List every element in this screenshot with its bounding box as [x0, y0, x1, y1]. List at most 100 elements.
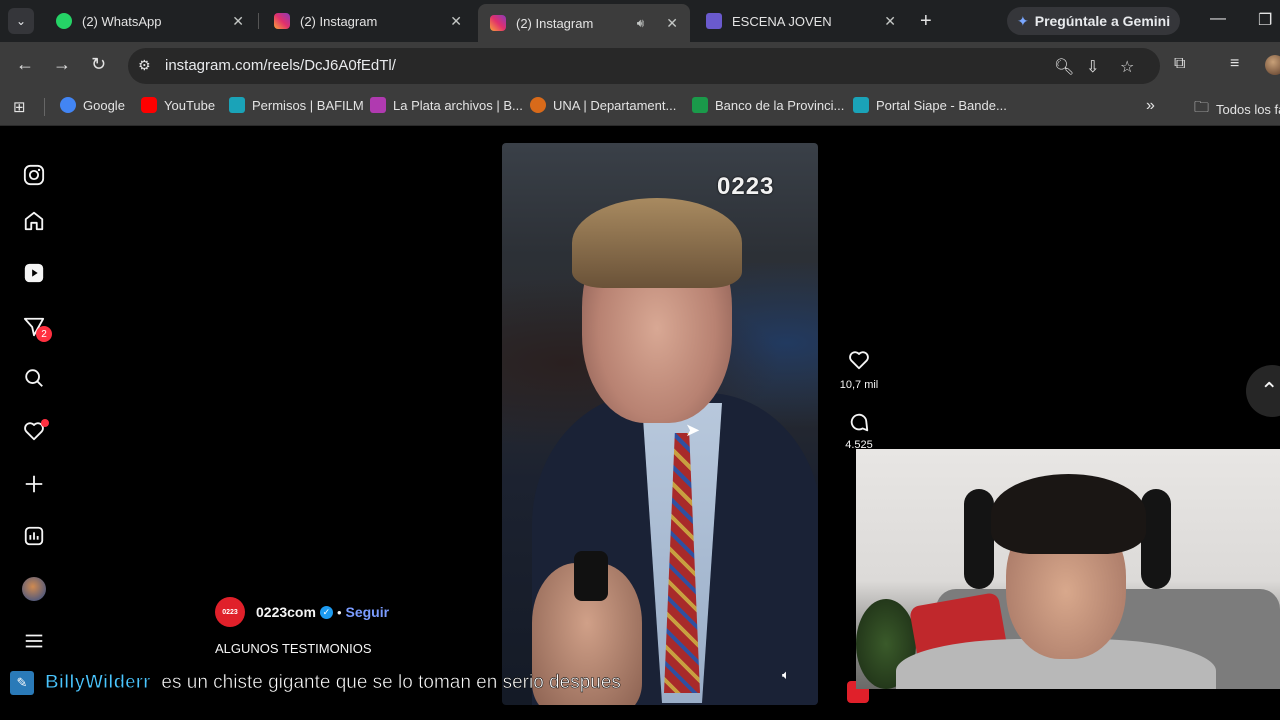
- all-bookmarks-folder[interactable]: 🗀 Todos los fa: [1194, 97, 1280, 122]
- whatsapp-icon: [56, 13, 72, 29]
- verified-icon: ✓: [319, 605, 333, 619]
- speaker-icon[interactable]: 🔊︎: [637, 16, 645, 31]
- media-controls-icon[interactable]: ≡: [1230, 55, 1239, 73]
- folder-icon: 🗀: [1194, 99, 1210, 116]
- tab-divider: [258, 13, 259, 29]
- back-arrow-icon[interactable]: ←: [16, 54, 34, 75]
- reels-icon[interactable]: [21, 260, 47, 286]
- instagram-icon: [274, 13, 290, 29]
- bookmark-youtube[interactable]: YouTube: [141, 97, 215, 113]
- likes-count: 10,7 mil: [839, 379, 879, 391]
- gemini-button[interactable]: ✦ Pregúntale a Gemini: [1007, 7, 1181, 35]
- close-icon[interactable]: ✕: [450, 13, 462, 30]
- tab-title: (2) Instagram: [516, 15, 594, 31]
- browser-tab-bar: ⌄ (2) WhatsApp ✕ (2) Instagram ✕ (2) Ins…: [0, 0, 1280, 42]
- follow-button[interactable]: Seguir: [346, 604, 390, 620]
- webcam-overlay: [856, 449, 1280, 689]
- bookmark-site-icon: [692, 97, 708, 113]
- gemini-label: Pregúntale a Gemini: [1034, 13, 1171, 29]
- bookmark-label: YouTube: [164, 97, 216, 113]
- profile-avatar[interactable]: [22, 577, 46, 601]
- bookmark-label: Banco de la Provinci...: [715, 97, 845, 113]
- close-icon[interactable]: ✕: [666, 15, 678, 32]
- microphone: [574, 551, 608, 601]
- site-settings-icon[interactable]: ⚙: [138, 57, 151, 74]
- bookmark-label: Google: [83, 97, 125, 113]
- forward-arrow-icon[interactable]: →: [53, 54, 71, 75]
- tab-whatsapp[interactable]: (2) WhatsApp ✕: [44, 4, 256, 38]
- url-text[interactable]: instagram.com/reels/DcJ6A0fEdTl/: [165, 57, 396, 74]
- bookmark-banco[interactable]: Banco de la Provinci...: [692, 97, 844, 113]
- bookmark-site-icon: [530, 97, 546, 113]
- apps-grid-icon[interactable]: ⊞: [13, 98, 26, 116]
- bookmark-label: La Plata archivos | B...: [393, 97, 523, 113]
- new-tab-button[interactable]: +: [920, 10, 932, 33]
- chat-username: BillyWilderr: [44, 672, 151, 694]
- reload-icon[interactable]: ↻: [91, 54, 106, 75]
- bookmarks-bar: ⊞ Google YouTube Permisos | BAFILM La Pl…: [0, 88, 1280, 126]
- tab-search-button[interactable]: ⌄: [8, 8, 34, 34]
- google-icon: [60, 97, 76, 113]
- close-icon[interactable]: ✕: [232, 13, 244, 30]
- profile-avatar[interactable]: [1265, 55, 1280, 75]
- bookmark-label: Portal Siape - Bande...: [876, 97, 1007, 113]
- bookmark-laplata[interactable]: La Plata archivos | B...: [370, 97, 523, 113]
- reel-author: 0223 0223com ✓ • Seguir: [215, 597, 389, 627]
- separator-bullet: •: [336, 604, 342, 620]
- video-subject-hair: [572, 198, 742, 288]
- menu-hamburger-icon[interactable]: [21, 628, 47, 654]
- home-icon[interactable]: [21, 208, 47, 234]
- author-name[interactable]: 0223com: [256, 604, 316, 620]
- bookmark-site-icon: [370, 97, 386, 113]
- instagram-logo-icon[interactable]: [21, 162, 47, 188]
- zoom-icon[interactable]: 🔍︎: [1054, 57, 1074, 77]
- stream-chat-message: ✎ BillyWilderr es un chiste gigante que …: [10, 670, 621, 696]
- browser-toolbar: ← → ↻ ⚙ instagram.com/reels/DcJ6A0fEdTl/…: [0, 42, 1280, 88]
- tab-instagram-active[interactable]: (2) Instagram 🔊︎ ✕: [478, 4, 690, 42]
- bookmark-site-icon: [229, 97, 245, 113]
- install-app-icon[interactable]: ⇩: [1086, 57, 1099, 77]
- minimize-icon[interactable]: —: [1210, 10, 1226, 28]
- bookmark-site-icon: [853, 97, 869, 113]
- reel-caption[interactable]: ALGUNOS TESTIMONIOS: [215, 641, 372, 656]
- messages-badge: 2: [36, 326, 52, 342]
- restore-icon[interactable]: ❐: [1258, 10, 1272, 30]
- tab-title: (2) WhatsApp: [82, 13, 162, 29]
- bookmark-star-icon[interactable]: ☆: [1120, 57, 1134, 77]
- bookmark-google[interactable]: Google: [60, 97, 125, 113]
- dashboard-icon[interactable]: [21, 523, 47, 549]
- bookmark-siape[interactable]: Portal Siape - Bande...: [853, 97, 1007, 113]
- tab-instagram-1[interactable]: (2) Instagram ✕: [262, 4, 474, 38]
- tab-title: ESCENA JOVEN: [732, 13, 832, 29]
- youtube-icon: [141, 97, 157, 113]
- bookmarks-divider: [44, 98, 45, 116]
- tab-title: (2) Instagram: [300, 13, 378, 29]
- chat-user-icon: ✎: [10, 671, 34, 695]
- video-watermark: 0223: [717, 173, 775, 200]
- bookmark-una[interactable]: UNA | Departament...: [530, 97, 676, 113]
- mouse-cursor-icon: ➤: [685, 420, 701, 440]
- like-heart-icon[interactable]: [847, 349, 871, 377]
- previous-reel-button[interactable]: ⌃: [1246, 365, 1280, 417]
- create-plus-icon[interactable]: [21, 471, 47, 497]
- bookmark-bafilm[interactable]: Permisos | BAFILM: [229, 97, 364, 113]
- chevron-up-icon: ⌃: [1260, 378, 1279, 403]
- bookmark-label: Todos los fa: [1216, 102, 1280, 117]
- address-bar[interactable]: ⚙ instagram.com/reels/DcJ6A0fEdTl/ 🔍︎ ⇩ …: [128, 48, 1160, 84]
- author-avatar[interactable]: 0223: [215, 597, 245, 627]
- chat-message-text: es un chiste gigante que se lo toman en …: [161, 672, 621, 694]
- chevron-down-icon: ⌄: [15, 14, 27, 28]
- comment-icon[interactable]: [847, 411, 871, 439]
- extensions-icon[interactable]: ⧉: [1174, 55, 1185, 73]
- tab-escena-joven[interactable]: ESCENA JOVEN ✕: [694, 4, 908, 38]
- webcam-person-hair: [991, 474, 1146, 554]
- gemini-sparkle-icon: ✦: [1017, 12, 1029, 29]
- search-icon[interactable]: [21, 365, 47, 391]
- bookmark-label: UNA | Departament...: [553, 97, 677, 113]
- headphone-right: [1141, 489, 1171, 589]
- reel-video[interactable]: 0223 ➤ 🔈︎: [502, 143, 818, 705]
- volume-icon[interactable]: 🔈︎: [782, 667, 790, 683]
- close-icon[interactable]: ✕: [884, 13, 896, 30]
- bookmark-label: Permisos | BAFILM: [252, 97, 364, 113]
- bookmarks-overflow-button[interactable]: »: [1146, 97, 1155, 115]
